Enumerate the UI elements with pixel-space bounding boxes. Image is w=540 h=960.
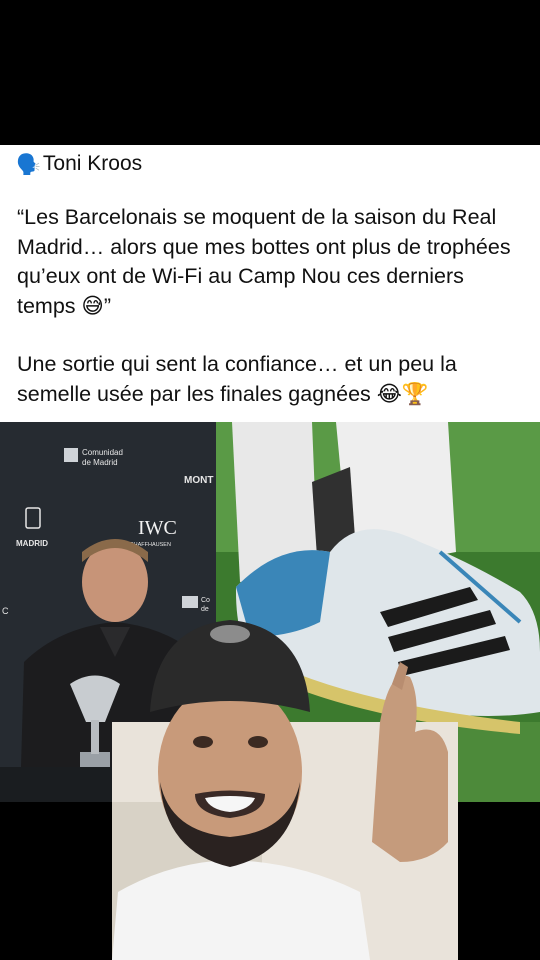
reaction-video-overlay[interactable] xyxy=(112,620,458,960)
author-row[interactable]: 🗣️ Toni Kroos xyxy=(16,149,142,179)
backdrop-iwc: IWC xyxy=(138,517,177,539)
backdrop-madrid: MADRID xyxy=(16,539,48,548)
backdrop-co: Co xyxy=(201,597,210,604)
backdrop-de: de xyxy=(201,606,209,613)
backdrop-de-madrid: de Madrid xyxy=(82,458,118,467)
backdrop-mont: MONT xyxy=(184,475,213,486)
post-card: 🗣️ Toni Kroos “Les Barcelonais se moquen… xyxy=(0,145,540,422)
speaking-head-icon: 🗣️ xyxy=(16,153,41,176)
backdrop-comunidad: Comunidad xyxy=(82,448,123,457)
post-comment: Une sortie qui sent la confiance… et un … xyxy=(17,352,457,406)
author-name[interactable]: Toni Kroos xyxy=(43,152,142,176)
post-quote: “Les Barcelonais se moquent de la saison… xyxy=(17,205,511,318)
top-black-bar xyxy=(0,0,540,145)
backdrop-c: C xyxy=(2,606,9,616)
post-media-collage[interactable]: Comunidad de Madrid MONT MADRID IWC SCHA… xyxy=(0,422,540,960)
